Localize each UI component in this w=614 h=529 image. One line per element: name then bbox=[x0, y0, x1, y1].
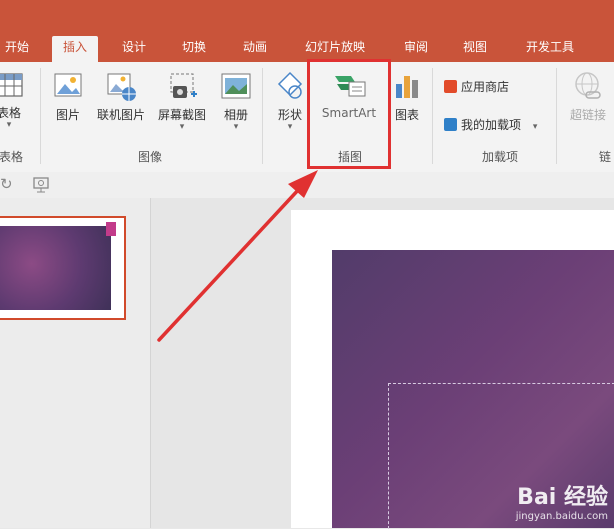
annotation-arrow bbox=[157, 170, 318, 342]
